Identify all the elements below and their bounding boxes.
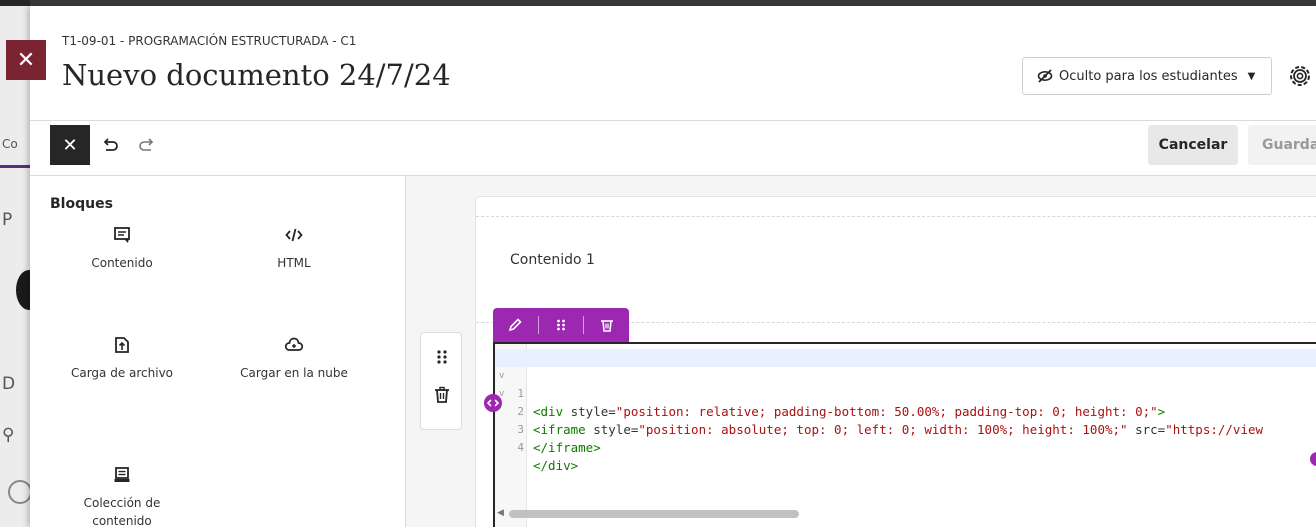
trash-icon[interactable] [432, 385, 452, 405]
background-letter-d: D [2, 374, 16, 394]
background-topbar [0, 0, 30, 6]
code-text: <div style="position: relative; padding-… [533, 404, 1166, 419]
block-label: Carga de archivo [70, 366, 174, 380]
block-file-upload[interactable]: Carga de archivo [42, 336, 202, 382]
edit-button[interactable] [493, 308, 538, 342]
blocks-title: Bloques [50, 196, 113, 212]
scrollbar-thumb[interactable] [509, 510, 799, 518]
visibility-dropdown[interactable]: Oculto para los estudiantes ▼ [1022, 57, 1272, 95]
header-divider [30, 120, 1316, 121]
block-content-collection[interactable]: Colección de contenido [42, 466, 202, 527]
cancel-button[interactable]: Cancelar [1148, 125, 1238, 165]
blocks-sidebar: Bloques Contenido HTML Carga de archivo … [30, 176, 406, 527]
course-label: T1-09-01 - PROGRAMACIÓN ESTRUCTURADA - C… [62, 34, 357, 48]
drag-button[interactable] [539, 308, 584, 342]
save-button[interactable]: Guardar [1248, 125, 1316, 165]
background-help-icon [8, 480, 32, 504]
block-label: HTML [277, 256, 311, 270]
block-side-tools [420, 332, 462, 430]
content-block-label[interactable]: Contenido 1 [510, 252, 595, 268]
block-contenido[interactable]: Contenido [42, 226, 202, 272]
drag-handle-icon [557, 319, 565, 331]
close-panel-button[interactable]: ✕ [6, 40, 46, 80]
close-icon: ✕ [62, 134, 78, 156]
cloud-upload-icon [285, 337, 303, 351]
block-label: Cargar en la nube [240, 366, 348, 380]
horizontal-scrollbar[interactable]: ◀ [497, 506, 1316, 522]
block-label-line-1: Colección de [83, 496, 161, 510]
pencil-icon [509, 318, 522, 332]
code-text: </iframe> [533, 440, 601, 455]
code-text: </div> [533, 458, 579, 473]
line-number: 4 [517, 441, 524, 454]
close-editor-button[interactable]: ✕ [50, 125, 90, 165]
code-line[interactable]: v 1 <div style="position: relative; padd… [495, 349, 1316, 419]
dashed-separator [476, 216, 1316, 217]
background-accent-line [0, 165, 30, 168]
drag-handle-icon[interactable] [432, 347, 452, 367]
file-upload-icon [115, 337, 129, 353]
html-block-toolbar [493, 308, 629, 342]
background-fragment-text: Co [2, 137, 18, 151]
close-icon: ✕ [16, 47, 36, 73]
resize-arrows-icon [487, 399, 499, 407]
html-code-editor[interactable]: v 1 <div style="position: relative; padd… [493, 342, 1316, 527]
block-html[interactable]: HTML [214, 226, 374, 272]
eye-slash-icon [1037, 69, 1053, 83]
delete-button[interactable] [584, 308, 629, 342]
visibility-label: Oculto para los estudiantes [1059, 68, 1238, 84]
code-line[interactable]: 4 </div> [495, 403, 578, 473]
content-collection-icon [114, 467, 130, 482]
block-cloud-upload[interactable]: Cargar en la nube [214, 336, 374, 382]
resize-handle-left[interactable] [484, 394, 502, 412]
trash-icon [600, 320, 613, 332]
content-block-icon [114, 227, 130, 243]
chevron-down-icon: ▼ [1247, 70, 1256, 82]
page-title[interactable]: Nuevo documento 24/7/24 [62, 58, 451, 92]
background-letter-p: P [2, 210, 13, 230]
app-root: Co P D ⚲ ✕ T1-09-01 - PROGRAMACIÓN ESTRU… [0, 0, 1316, 527]
block-label-line-2: contenido [92, 514, 152, 527]
background-search-icon: ⚲ [2, 425, 15, 445]
redo-icon[interactable] [137, 135, 157, 155]
scroll-left-icon[interactable]: ◀ [497, 508, 504, 518]
code-text: <iframe style="position: absolute; top: … [533, 422, 1264, 437]
undo-icon[interactable] [100, 135, 120, 155]
block-label: Contenido [91, 256, 153, 270]
code-line[interactable]: v 2 <iframe style="position: absolute; t… [495, 367, 1263, 437]
code-icon [285, 228, 303, 242]
gear-icon[interactable] [1286, 62, 1314, 90]
